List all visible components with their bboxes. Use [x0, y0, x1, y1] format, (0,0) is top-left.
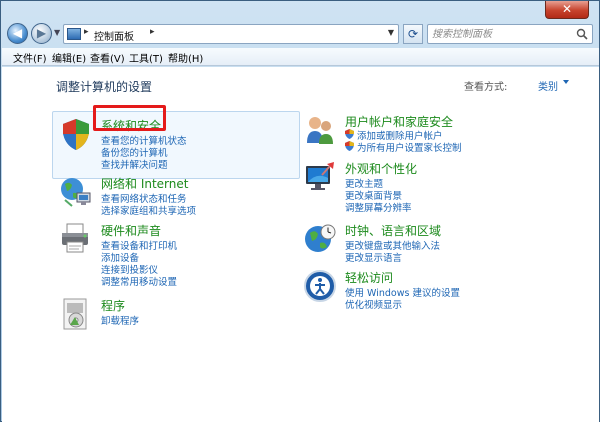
category-title[interactable]: 时钟、语言和区域 — [345, 222, 441, 239]
menu-tools[interactable]: 工具(T) — [129, 50, 163, 65]
breadcrumb-separator-icon[interactable]: ▸ — [84, 27, 89, 37]
control-panel-window: ✕ ◀ ▶ ▼ ▸ 控制面板 ▸ ▼ ⟳ 文件(F) 编辑(E) 查看(V) 工… — [0, 0, 600, 422]
link-homegroup-sharing[interactable]: 选择家庭组和共享选项 — [101, 203, 196, 217]
uac-shield-icon — [345, 129, 354, 139]
content-pane: 调整计算机的设置 查看方式: 类别 系统和安全 查看您的计算机状态 备份您的计算… — [2, 67, 599, 422]
breadcrumb-separator-icon[interactable]: ▸ — [150, 27, 155, 37]
forward-button[interactable]: ▶ — [31, 23, 52, 44]
uac-shield-icon — [345, 141, 354, 151]
breadcrumb-control-panel[interactable]: 控制面板 — [94, 28, 134, 43]
menu-file[interactable]: 文件(F) — [13, 50, 47, 65]
menu-edit[interactable]: 编辑(E) — [52, 50, 86, 65]
category-title[interactable]: 外观和个性化 — [345, 160, 417, 177]
address-dropdown-chevron-icon[interactable]: ▼ — [388, 28, 394, 37]
title-bar: ✕ — [1, 1, 599, 19]
search-input[interactable] — [432, 27, 567, 42]
users-icon — [307, 117, 333, 144]
category-title[interactable]: 程序 — [101, 297, 125, 314]
link-optimize-display[interactable]: 优化视频显示 — [345, 297, 402, 311]
link-change-display-language[interactable]: 更改显示语言 — [345, 250, 402, 264]
page-title: 调整计算机的设置 — [56, 80, 153, 94]
menu-help[interactable]: 帮助(H) — [168, 50, 203, 65]
category-title[interactable]: 硬件和声音 — [101, 222, 161, 239]
view-by-dropdown[interactable]: 类别 — [538, 78, 558, 93]
address-box[interactable]: ▸ 控制面板 ▸ ▼ — [63, 24, 399, 44]
view-by-chevron-down-icon[interactable] — [563, 80, 569, 84]
link-uninstall-program[interactable]: 卸载程序 — [101, 313, 139, 327]
security-shield-icon — [63, 119, 89, 150]
address-bar: ◀ ▶ ▼ ▸ 控制面板 ▸ ▼ ⟳ — [1, 20, 599, 48]
display-personalization-icon — [306, 162, 334, 190]
view-by-label: 查看方式: — [464, 82, 508, 93]
network-globe-icon — [61, 178, 91, 207]
menu-bar: 文件(F) 编辑(E) 查看(V) 工具(T) 帮助(H) — [2, 48, 599, 66]
annotation-highlight-box — [93, 105, 166, 131]
link-screen-resolution[interactable]: 调整屏幕分辨率 — [345, 200, 412, 214]
back-button[interactable]: ◀ — [7, 23, 28, 44]
search-icon[interactable] — [576, 28, 588, 40]
category-title[interactable]: 网络和 Internet — [101, 175, 188, 192]
search-box[interactable] — [427, 24, 593, 44]
menu-view[interactable]: 查看(V) — [90, 50, 125, 65]
programs-icon — [63, 298, 87, 330]
control-panel-icon — [67, 28, 81, 40]
ease-of-access-icon — [304, 270, 336, 302]
refresh-button[interactable]: ⟳ — [403, 24, 423, 44]
recent-pages-chevron-icon[interactable]: ▼ — [54, 28, 60, 37]
category-title[interactable]: 轻松访问 — [345, 269, 393, 286]
link-parental-controls[interactable]: 为所有用户设置家长控制 — [357, 140, 462, 154]
clock-globe-icon — [305, 224, 336, 252]
close-button[interactable]: ✕ — [545, 1, 589, 19]
link-find-fix-problems[interactable]: 查找并解决问题 — [101, 157, 168, 171]
link-mobility-settings[interactable]: 调整常用移动设置 — [101, 274, 177, 288]
printer-icon — [62, 223, 88, 253]
